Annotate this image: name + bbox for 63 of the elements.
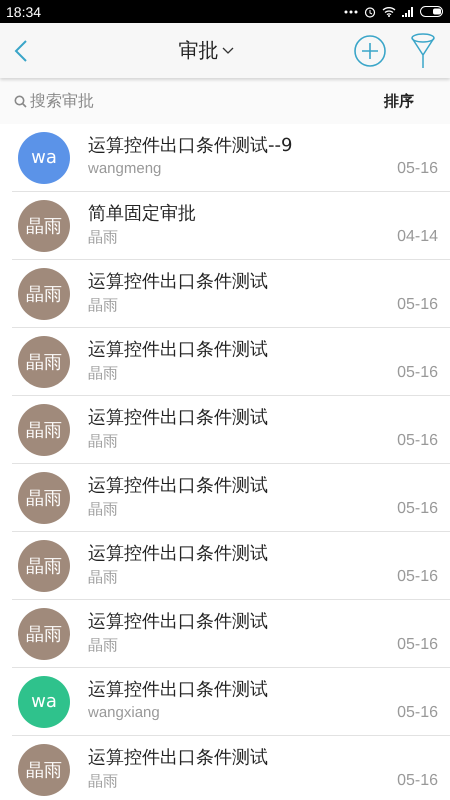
status-time: 18:34 bbox=[6, 4, 42, 20]
item-title: 运算控件出口条件测试 bbox=[88, 474, 269, 496]
item-author: 晶雨 bbox=[88, 432, 118, 450]
item-title: 运算控件出口条件测试--9 bbox=[88, 134, 294, 157]
alarm-icon bbox=[364, 6, 376, 18]
add-icon[interactable] bbox=[354, 34, 386, 66]
avatar: 晶雨 bbox=[18, 200, 70, 252]
item-title: 运算控件出口条件测试 bbox=[88, 270, 269, 292]
item-date: 05-16 bbox=[397, 432, 438, 450]
more-icon bbox=[344, 10, 358, 14]
item-date: 05-16 bbox=[397, 568, 438, 586]
item-title: 运算控件出口条件测试 bbox=[88, 678, 269, 701]
approval-item[interactable]: 晶雨 运算控件出口条件测试 晶雨 05-16 bbox=[12, 259, 450, 327]
item-date: 05-16 bbox=[397, 364, 438, 382]
item-date: 04-14 bbox=[397, 228, 438, 246]
approval-item[interactable]: 晶雨 运算控件出口条件测试 晶雨 05-16 bbox=[12, 463, 450, 531]
approval-item[interactable]: wa 运算控件出口条件测试--9 wangmeng 05-16 bbox=[12, 124, 450, 191]
caret-icon[interactable] bbox=[222, 46, 234, 54]
page-title[interactable]: 审批 bbox=[178, 37, 218, 64]
battery-icon bbox=[420, 6, 444, 17]
item-date: 05-16 bbox=[397, 772, 438, 790]
filter-icon[interactable] bbox=[410, 32, 436, 68]
avatar: wa bbox=[18, 132, 70, 184]
item-date: 05-16 bbox=[397, 296, 438, 314]
item-title: 运算控件出口条件测试 bbox=[88, 406, 269, 428]
wifi-icon bbox=[382, 6, 396, 17]
back-icon[interactable] bbox=[14, 38, 28, 62]
item-author: 晶雨 bbox=[88, 636, 118, 654]
item-title: 运算控件出口条件测试 bbox=[88, 338, 269, 360]
sort-button[interactable]: 排序 bbox=[384, 92, 414, 110]
item-date: 05-16 bbox=[397, 500, 438, 518]
avatar: 晶雨 bbox=[18, 540, 70, 592]
item-date: 05-16 bbox=[397, 704, 438, 722]
item-author: 晶雨 bbox=[88, 772, 118, 790]
approval-item[interactable]: 晶雨 运算控件出口条件测试 晶雨 05-16 bbox=[12, 735, 450, 800]
search-icon bbox=[14, 94, 27, 108]
item-title: 运算控件出口条件测试 bbox=[88, 542, 269, 564]
item-author: wangxiang bbox=[88, 704, 160, 722]
approval-item[interactable]: 晶雨 运算控件出口条件测试 晶雨 05-16 bbox=[12, 531, 450, 599]
item-author: wangmeng bbox=[88, 160, 162, 178]
avatar: 晶雨 bbox=[18, 404, 70, 456]
item-title: 运算控件出口条件测试 bbox=[88, 610, 269, 632]
approval-item[interactable]: 晶雨 运算控件出口条件测试 晶雨 05-16 bbox=[12, 599, 450, 667]
item-date: 05-16 bbox=[397, 636, 438, 654]
item-title: 运算控件出口条件测试 bbox=[88, 746, 269, 768]
avatar: 晶雨 bbox=[18, 608, 70, 660]
item-author: 晶雨 bbox=[88, 568, 118, 586]
signal-icon bbox=[402, 6, 414, 16]
avatar: 晶雨 bbox=[18, 268, 70, 320]
approval-item[interactable]: 晶雨 简单固定审批 晶雨 04-14 bbox=[12, 191, 450, 259]
item-author: 晶雨 bbox=[88, 364, 118, 382]
item-author: 晶雨 bbox=[88, 296, 118, 314]
approval-item[interactable]: 晶雨 运算控件出口条件测试 晶雨 05-16 bbox=[12, 327, 450, 395]
avatar: wa bbox=[18, 676, 70, 728]
approval-item[interactable]: 晶雨 运算控件出口条件测试 晶雨 05-16 bbox=[12, 395, 450, 463]
item-author: 晶雨 bbox=[88, 500, 118, 518]
item-date: 05-16 bbox=[397, 160, 438, 178]
avatar: 晶雨 bbox=[18, 472, 70, 524]
avatar: 晶雨 bbox=[18, 336, 70, 388]
item-title: 简单固定审批 bbox=[88, 202, 197, 224]
approval-item[interactable]: wa 运算控件出口条件测试 wangxiang 05-16 bbox=[12, 667, 450, 735]
item-author: 晶雨 bbox=[88, 228, 118, 246]
avatar: 晶雨 bbox=[18, 744, 70, 796]
